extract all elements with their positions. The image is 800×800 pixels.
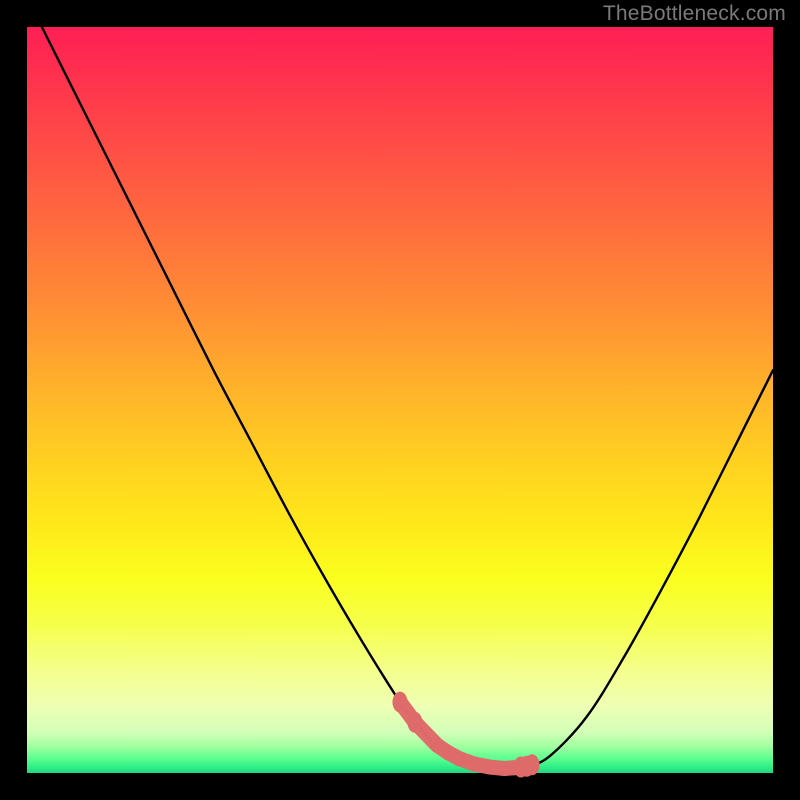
chart-plot-area [27, 27, 773, 773]
bottleneck-curve [42, 27, 773, 769]
chart-svg [27, 27, 773, 773]
watermark-text: TheBottleneck.com [603, 2, 786, 26]
sweet-spot-markers [393, 692, 540, 778]
